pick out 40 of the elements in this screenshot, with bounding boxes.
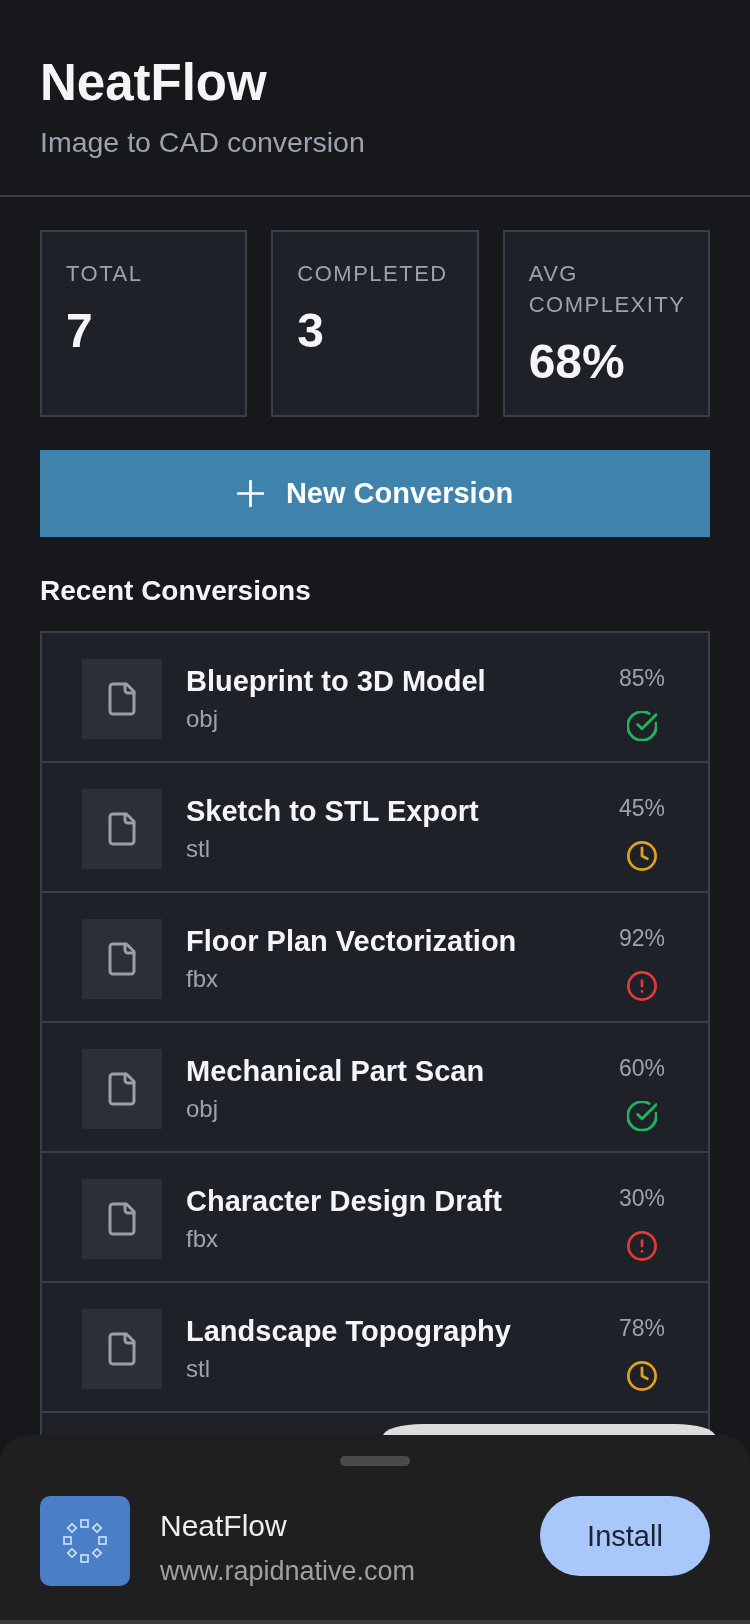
progress-percent: 30% bbox=[618, 1184, 665, 1213]
stat-label: AVG COMPLEXITY bbox=[528, 260, 687, 319]
app-url: www.rapidnative.com bbox=[160, 1555, 417, 1588]
file-format: stl bbox=[186, 1354, 211, 1384]
drag-handle[interactable] bbox=[340, 1456, 410, 1466]
stat-label: TOTAL bbox=[66, 260, 144, 288]
conversion-title: Mechanical Part Scan bbox=[186, 1054, 486, 1089]
file-format: obj bbox=[186, 704, 220, 734]
app-title: NeatFlow bbox=[40, 54, 268, 112]
conversion-title: Blueprint to 3D Model bbox=[186, 664, 487, 699]
app-subtitle: Image to CAD conversion bbox=[40, 125, 366, 160]
file-format: obj bbox=[186, 1094, 220, 1124]
progress-percent: 92% bbox=[618, 924, 665, 953]
conversion-title: Landscape Topography bbox=[186, 1314, 512, 1349]
file-icon bbox=[82, 1309, 162, 1389]
file-icon bbox=[82, 919, 162, 999]
plus-icon bbox=[236, 480, 264, 507]
new-conversion-button[interactable]: New Conversion bbox=[40, 450, 710, 537]
conversion-title: Floor Plan Vectorization bbox=[186, 924, 518, 959]
progress-percent: 78% bbox=[618, 1314, 665, 1343]
file-icon bbox=[82, 1049, 162, 1129]
stat-value: 68% bbox=[528, 334, 626, 390]
file-icon bbox=[82, 659, 162, 739]
progress-percent: 60% bbox=[618, 1054, 665, 1083]
progress-percent: 45% bbox=[618, 794, 665, 823]
stat-label: COMPLETED bbox=[297, 260, 449, 288]
file-format: fbx bbox=[186, 1224, 219, 1254]
file-icon bbox=[82, 1179, 162, 1259]
conversion-title: Sketch to STL Export bbox=[186, 794, 480, 829]
conversion-title: Character Design Draft bbox=[186, 1184, 503, 1219]
file-format: fbx bbox=[186, 964, 219, 994]
install-button[interactable]: Install bbox=[540, 1496, 710, 1576]
app-name: NeatFlow bbox=[160, 1508, 288, 1544]
progress-percent: 85% bbox=[618, 664, 665, 693]
file-format: stl bbox=[186, 834, 211, 864]
stat-value: 7 bbox=[66, 303, 94, 359]
stat-value: 3 bbox=[297, 303, 326, 359]
file-icon bbox=[82, 789, 162, 869]
dotted-ring-icon bbox=[40, 1496, 130, 1586]
section-title: Recent Conversions bbox=[40, 574, 312, 608]
